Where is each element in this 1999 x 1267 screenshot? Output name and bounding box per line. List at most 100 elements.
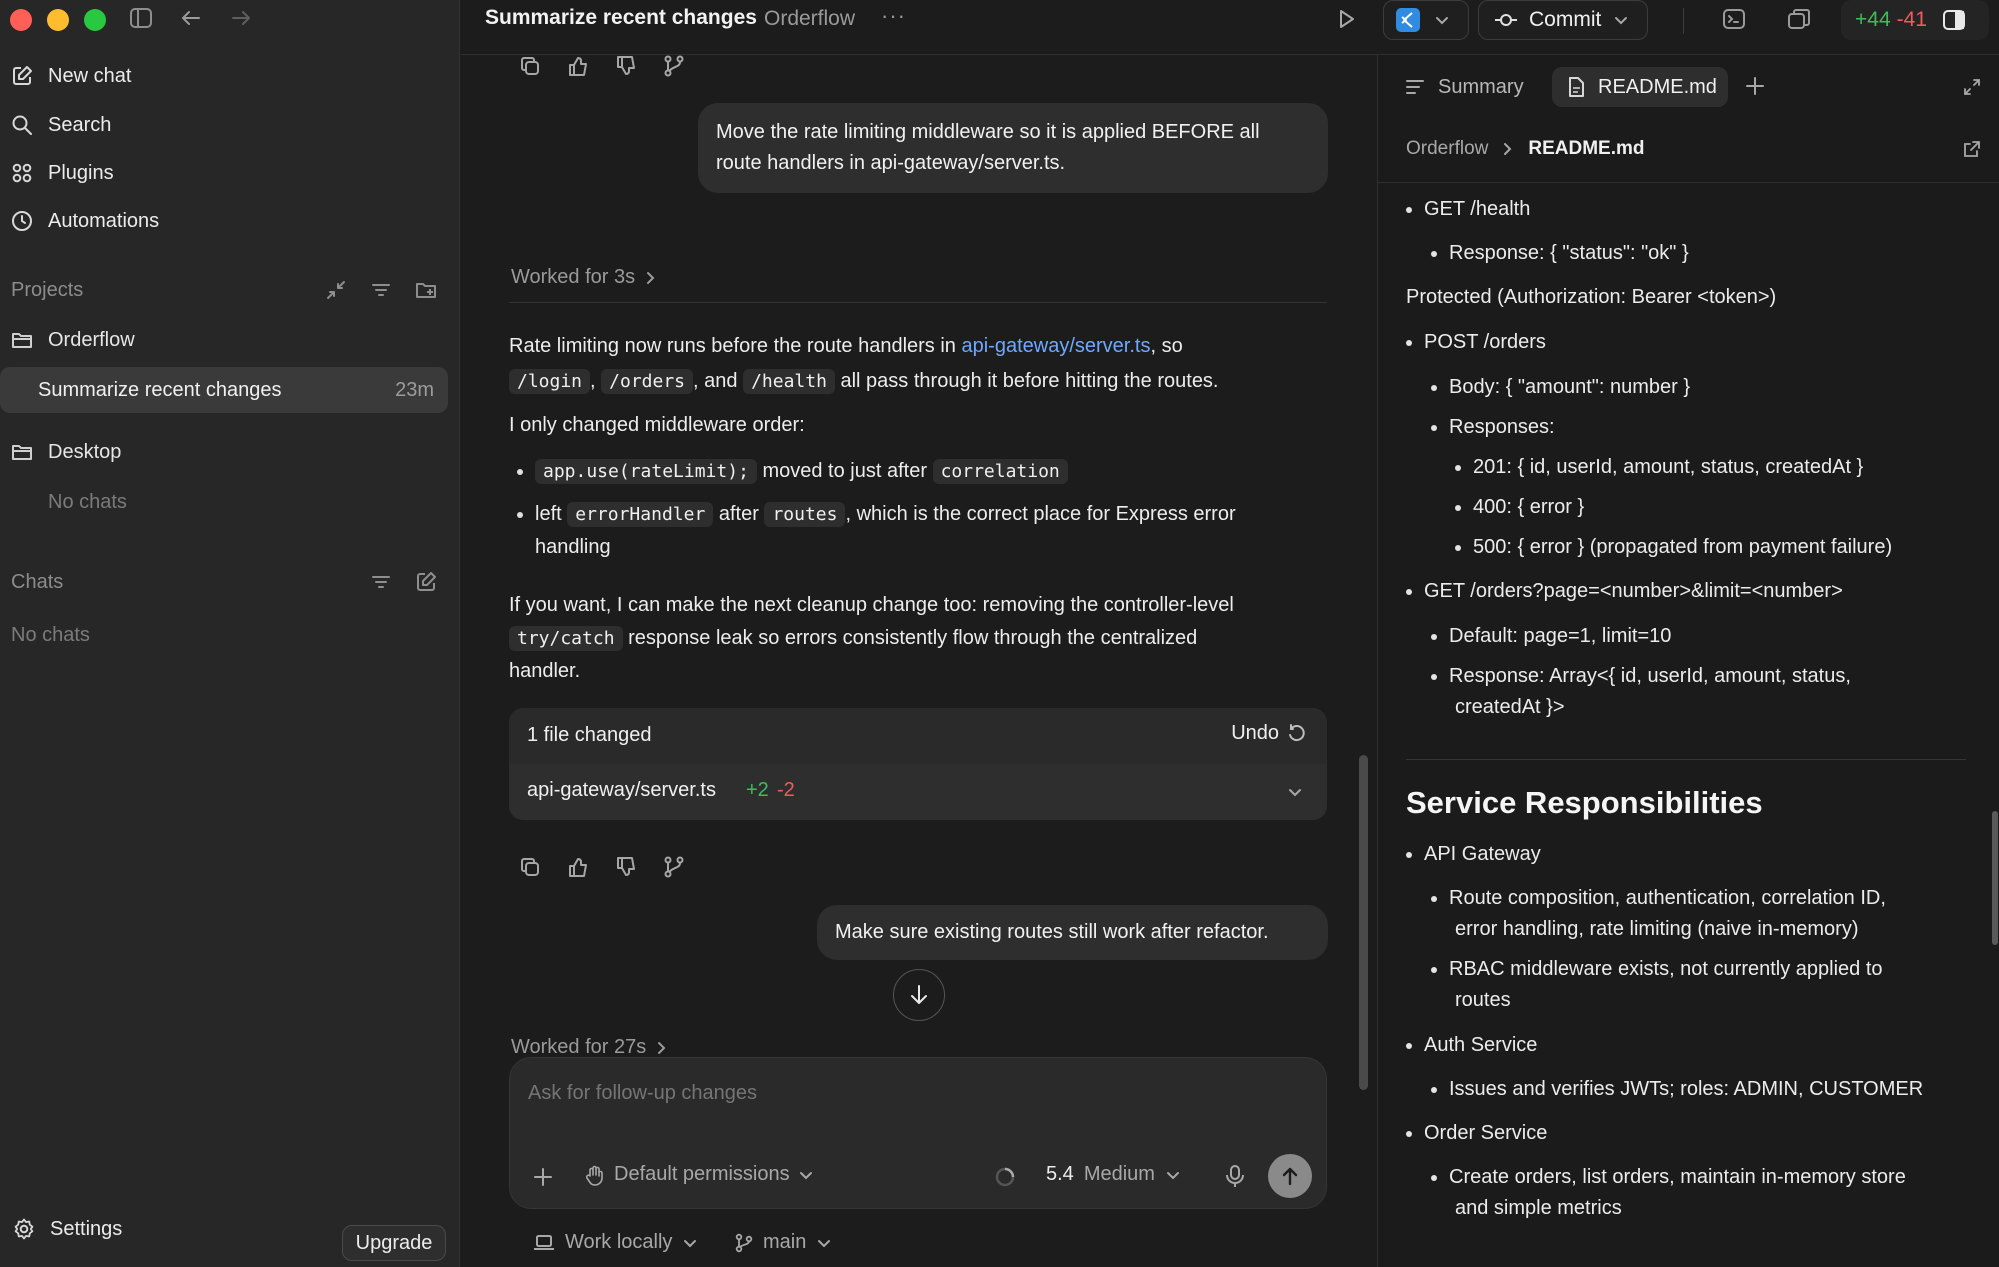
add-attachment-icon[interactable] bbox=[530, 1164, 556, 1190]
conversation-scrollbar[interactable] bbox=[1359, 755, 1368, 1090]
chat-item-active[interactable]: Summarize recent changes 23m bbox=[0, 367, 448, 413]
open-external-icon[interactable] bbox=[1962, 139, 1982, 159]
undo-button[interactable]: Undo bbox=[1231, 722, 1307, 745]
readme-line: API Gateway bbox=[1406, 839, 1978, 870]
add-tab-icon[interactable] bbox=[1744, 75, 1766, 97]
microphone-icon[interactable] bbox=[1224, 1164, 1246, 1188]
scroll-to-bottom-button[interactable] bbox=[893, 969, 945, 1021]
new-folder-icon[interactable] bbox=[414, 278, 438, 302]
search-icon bbox=[10, 113, 34, 137]
new-chat-icon[interactable] bbox=[414, 570, 438, 594]
text: handling bbox=[535, 536, 611, 558]
nav-new-chat[interactable]: New chat bbox=[10, 64, 131, 88]
filter-icon[interactable] bbox=[369, 570, 393, 594]
filter-icon[interactable] bbox=[369, 278, 393, 302]
message-actions bbox=[519, 856, 685, 878]
list-item: left errorHandler after routes, which is… bbox=[509, 498, 1329, 564]
nav-automations[interactable]: Automations bbox=[10, 209, 159, 233]
user-message: Make sure existing routes still work aft… bbox=[817, 905, 1328, 960]
thumbs-down-icon[interactable] bbox=[615, 55, 637, 77]
nav-label: New chat bbox=[48, 64, 132, 87]
sidebar-toggle-icon[interactable] bbox=[128, 5, 154, 31]
commit-label: Commit bbox=[1529, 8, 1602, 31]
hand-icon bbox=[584, 1164, 606, 1186]
model-label: 5.4 bbox=[1046, 1163, 1074, 1185]
readme-line-text: Protected (Authorization: Bearer <token>… bbox=[1406, 286, 1777, 308]
settings-button[interactable]: Settings bbox=[12, 1217, 122, 1241]
tab-readme[interactable]: README.md bbox=[1552, 67, 1728, 107]
model-dropdown[interactable]: 5.4 Medium bbox=[1046, 1163, 1181, 1186]
work-mode-dropdown[interactable]: Work locally bbox=[533, 1231, 698, 1254]
file-icon bbox=[1566, 76, 1586, 98]
readme-line: GET /orders?page=<number>&limit=<number> bbox=[1406, 576, 1978, 607]
nav-label: Automations bbox=[48, 209, 160, 232]
branch-icon[interactable] bbox=[663, 55, 685, 77]
project-desktop[interactable]: Desktop bbox=[10, 440, 121, 464]
tab-label: Summary bbox=[1438, 75, 1524, 98]
text: all pass through it before hitting the r… bbox=[840, 370, 1219, 392]
file-name: api-gateway/server.ts bbox=[527, 779, 716, 801]
readme-line-text: RBAC middleware exists, not currently ap… bbox=[1449, 958, 1883, 980]
readme-line: Create orders, list orders, maintain in-… bbox=[1431, 1162, 1978, 1193]
readme-line-text: GET /orders?page=<number>&limit=<number> bbox=[1424, 580, 1843, 602]
changed-file-row[interactable]: api-gateway/server.ts +2 -2 bbox=[509, 764, 1327, 820]
readme-line: Auth Service bbox=[1406, 1030, 1978, 1061]
diff-toggle-button[interactable]: +44 -41 bbox=[1841, 0, 1989, 40]
minimize-window-button[interactable] bbox=[47, 9, 69, 31]
branch-dropdown[interactable]: main bbox=[735, 1231, 832, 1254]
divider bbox=[1683, 8, 1684, 34]
inline-code: errorHandler bbox=[567, 502, 714, 527]
project-orderflow[interactable]: Orderflow bbox=[10, 328, 135, 352]
divider bbox=[1406, 759, 1966, 760]
maximize-window-button[interactable] bbox=[84, 9, 106, 31]
panel-toggle-icon bbox=[1941, 7, 1967, 33]
branch-label: main bbox=[763, 1231, 807, 1253]
spinner-icon bbox=[994, 1166, 1016, 1188]
copy-icon[interactable] bbox=[519, 55, 541, 77]
assistant-paragraph: Rate limiting now runs before the route … bbox=[509, 330, 1329, 398]
nav-search[interactable]: Search bbox=[10, 113, 111, 137]
terminal-icon[interactable] bbox=[1721, 6, 1747, 32]
chevron-right-icon bbox=[1502, 142, 1514, 156]
breadcrumb-item[interactable]: Orderflow bbox=[1406, 138, 1488, 160]
work-mode-label: Work locally bbox=[565, 1231, 673, 1253]
editor-picker[interactable] bbox=[1383, 0, 1469, 40]
readme-line: 400: { error } bbox=[1455, 492, 1978, 523]
readme-scrollbar[interactable] bbox=[1992, 811, 1998, 945]
tab-summary[interactable]: Summary bbox=[1404, 67, 1524, 107]
permissions-dropdown[interactable]: Default permissions bbox=[584, 1163, 814, 1186]
effort-label: Medium bbox=[1083, 1163, 1155, 1185]
readme-line-text: Issues and verifies JWTs; roles: ADMIN, … bbox=[1449, 1078, 1924, 1100]
readme-line: Issues and verifies JWTs; roles: ADMIN, … bbox=[1431, 1074, 1978, 1105]
commit-button[interactable]: Commit bbox=[1478, 0, 1648, 40]
conversation-pane: Move the rate limiting middleware so it … bbox=[461, 0, 1376, 1267]
thumbs-down-icon[interactable] bbox=[615, 856, 637, 878]
nav-plugins[interactable]: Plugins bbox=[10, 161, 114, 185]
list-icon bbox=[1404, 76, 1426, 98]
close-window-button[interactable] bbox=[10, 9, 32, 31]
file-link[interactable]: api-gateway/server.ts bbox=[961, 335, 1150, 357]
thumbs-up-icon[interactable] bbox=[567, 856, 589, 878]
readme-line-text: Response: Array<{ id, userId, amount, st… bbox=[1449, 665, 1851, 687]
back-arrow-icon[interactable] bbox=[178, 5, 204, 31]
chevron-down-icon bbox=[1613, 12, 1629, 28]
breadcrumb-item: README.md bbox=[1528, 138, 1645, 159]
followup-input[interactable] bbox=[528, 1078, 1308, 1108]
bullet-dot bbox=[1431, 1175, 1437, 1181]
copy-icon[interactable] bbox=[519, 856, 541, 878]
send-button[interactable] bbox=[1268, 1154, 1312, 1198]
forward-arrow-icon[interactable] bbox=[228, 5, 254, 31]
bullet-dot bbox=[1406, 207, 1412, 213]
collapse-icon[interactable] bbox=[324, 278, 348, 302]
permissions-label: Default permissions bbox=[614, 1163, 790, 1185]
worked-duration[interactable]: Worked for 27s bbox=[511, 1036, 668, 1059]
thumbs-up-icon[interactable] bbox=[567, 55, 589, 77]
worked-duration[interactable]: Worked for 3s bbox=[511, 266, 657, 289]
expand-icon[interactable] bbox=[1962, 77, 1982, 97]
branch-icon[interactable] bbox=[663, 856, 685, 878]
readme-line-text: Auth Service bbox=[1424, 1034, 1538, 1056]
bullet-dot bbox=[1431, 385, 1437, 391]
inline-code: /login bbox=[509, 369, 591, 394]
windows-icon[interactable] bbox=[1786, 6, 1812, 32]
upgrade-button[interactable]: Upgrade bbox=[342, 1225, 446, 1261]
